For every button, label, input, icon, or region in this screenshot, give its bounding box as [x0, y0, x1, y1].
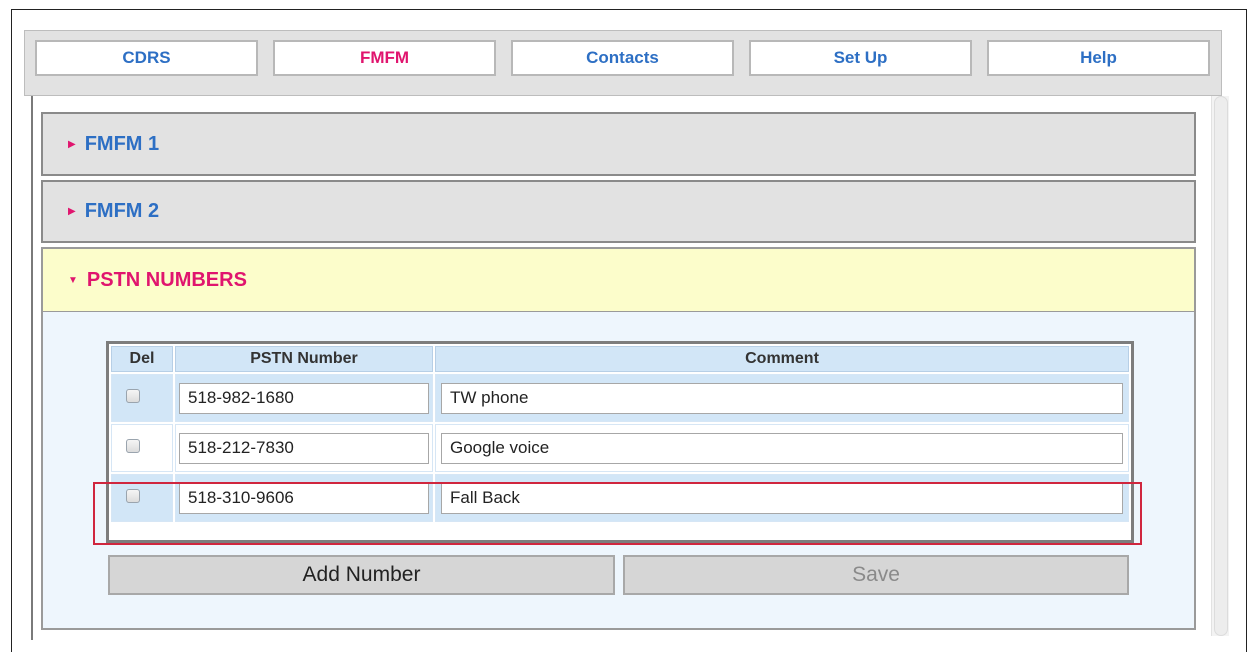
caret-down-icon: ▼	[68, 274, 78, 286]
table-header-row: Del PSTN Number Comment	[111, 346, 1129, 372]
save-button[interactable]: Save	[623, 555, 1129, 595]
delete-checkbox[interactable]	[126, 488, 140, 503]
table-row: 518-310-9606 Fall Back	[111, 474, 1129, 522]
pstn-table: Del PSTN Number Comment 518-982-1680 TW …	[106, 341, 1134, 543]
caret-right-icon: ▶	[68, 206, 76, 217]
comment-input[interactable]: Google voice	[441, 432, 1123, 464]
delete-checkbox[interactable]	[126, 388, 140, 403]
tab-contacts[interactable]: Contacts	[511, 40, 734, 76]
section-title: FMFM 1	[84, 132, 160, 155]
tab-help[interactable]: Help	[987, 40, 1210, 76]
top-nav: CDRS FMFM Contacts Set Up Help	[24, 30, 1222, 96]
section-title: PSTN NUMBERS	[86, 268, 247, 291]
tab-fmfm[interactable]: FMFM	[273, 40, 496, 76]
pstn-number-input[interactable]: 518-310-9606	[179, 482, 429, 514]
table-row: 518-212-7830 Google voice	[111, 424, 1129, 472]
header-pstn-number: PSTN Number	[175, 346, 433, 372]
scrollbar-thumb[interactable]	[1214, 96, 1228, 636]
tab-cdrs[interactable]: CDRS	[35, 40, 258, 76]
vertical-scrollbar[interactable]	[1211, 96, 1229, 636]
content-border	[31, 96, 33, 640]
comment-input[interactable]: Fall Back	[441, 482, 1123, 514]
header-comment: Comment	[435, 346, 1129, 372]
pstn-number-input[interactable]: 518-982-1680	[179, 382, 429, 414]
delete-checkbox[interactable]	[126, 438, 140, 453]
section-pstn-numbers[interactable]: ▼ PSTN NUMBERS	[41, 247, 1196, 313]
pstn-number-input[interactable]: 518-212-7830	[179, 432, 429, 464]
header-del: Del	[111, 346, 173, 372]
tab-set-up[interactable]: Set Up	[749, 40, 972, 76]
table-row: 518-982-1680 TW phone	[111, 374, 1129, 422]
section-fmfm-2[interactable]: ▶ FMFM 2	[41, 180, 1196, 243]
caret-right-icon: ▶	[68, 138, 76, 150]
add-number-button[interactable]: Add Number	[108, 555, 615, 595]
comment-input[interactable]: TW phone	[441, 382, 1123, 414]
section-fmfm-1[interactable]: ▶ FMFM 1	[41, 112, 1196, 176]
section-title: FMFM 2	[84, 200, 160, 222]
